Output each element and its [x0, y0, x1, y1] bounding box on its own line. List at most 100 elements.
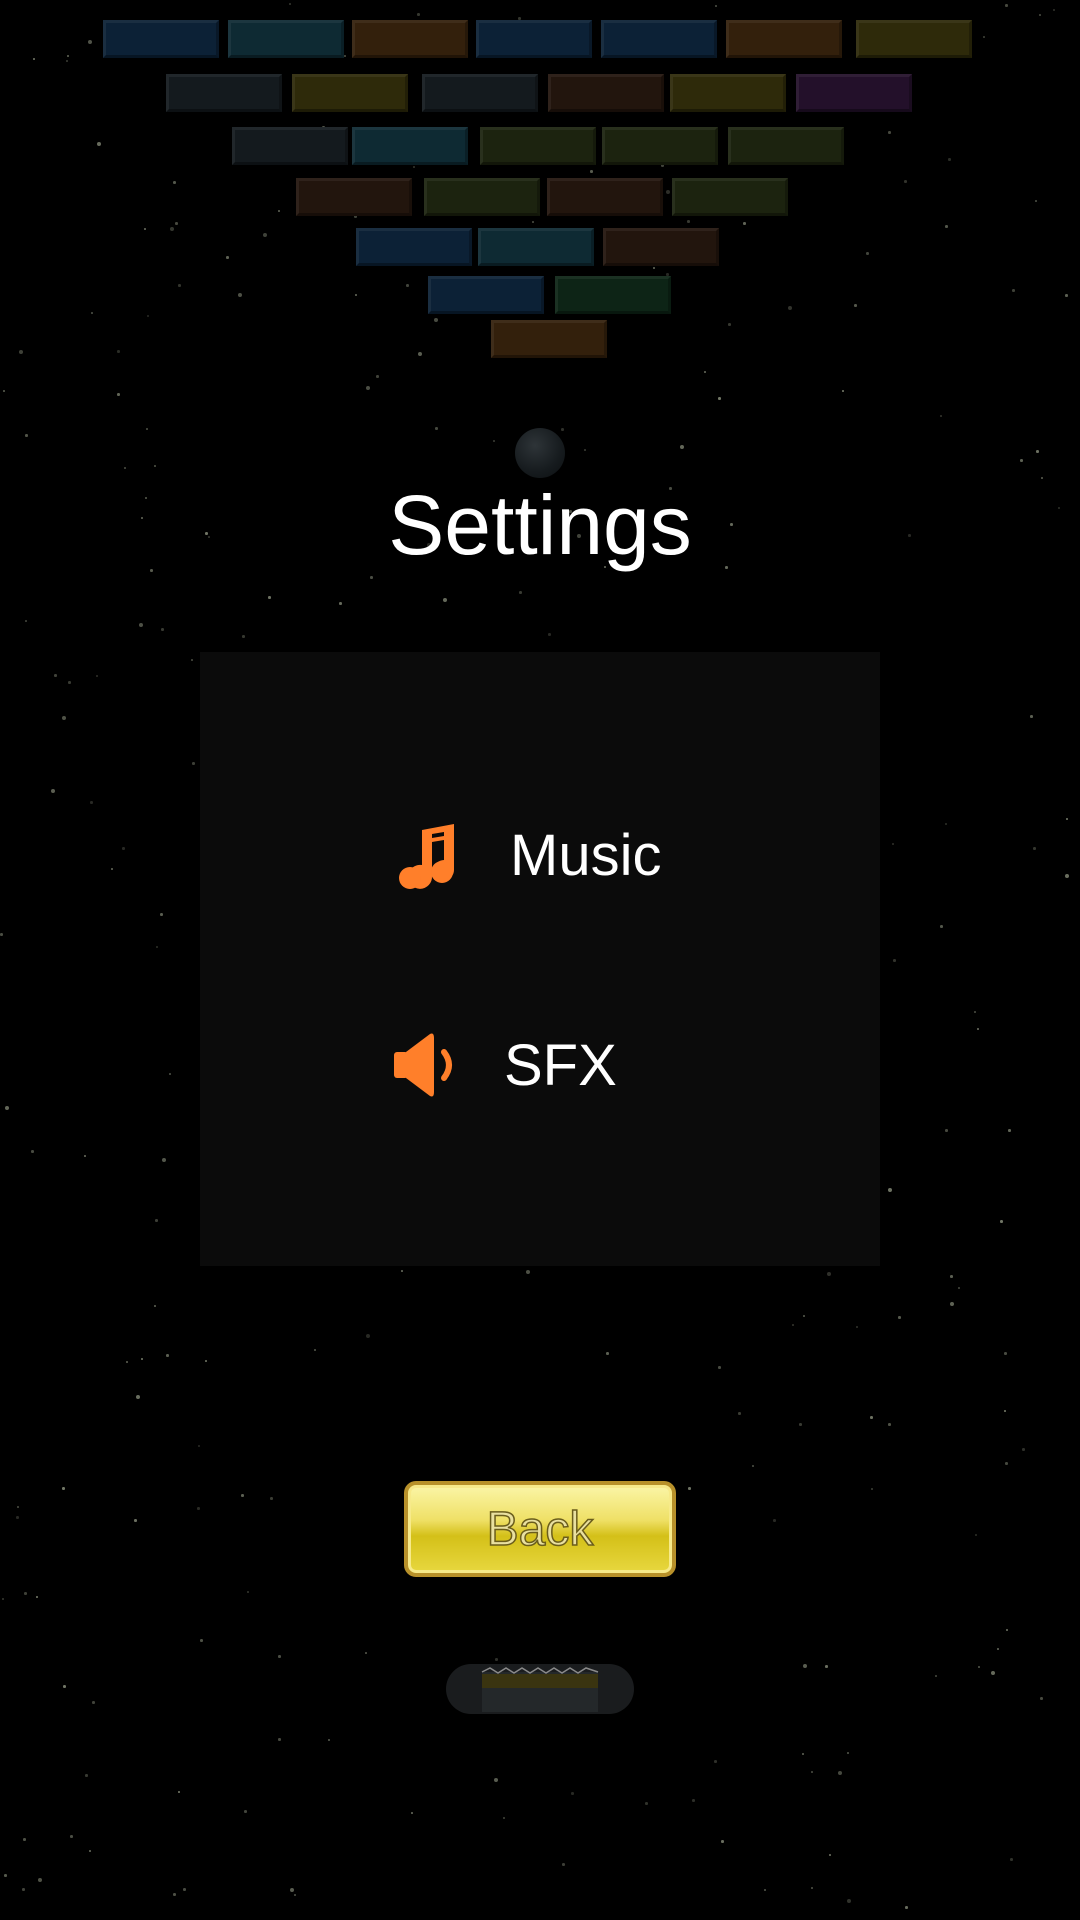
star: [905, 1906, 908, 1909]
star: [1033, 847, 1036, 850]
star: [1005, 1462, 1008, 1465]
star: [376, 375, 379, 378]
star: [178, 284, 181, 287]
sfx-label: SFX: [504, 1032, 617, 1098]
star: [413, 166, 415, 168]
star: [854, 304, 857, 307]
brick: [491, 320, 607, 358]
star: [945, 823, 947, 825]
brick: [292, 74, 408, 112]
star: [1035, 200, 1037, 202]
star: [519, 591, 522, 594]
sfx-toggle[interactable]: SFX: [392, 1030, 617, 1100]
music-toggle[interactable]: Music: [392, 820, 661, 890]
star: [36, 1596, 38, 1598]
star: [134, 1519, 137, 1522]
brick: [228, 20, 344, 58]
star: [503, 1817, 505, 1819]
star: [156, 946, 158, 948]
star: [166, 1354, 169, 1357]
star: [827, 1272, 831, 1276]
star: [1012, 289, 1015, 292]
star: [997, 1648, 999, 1650]
star: [704, 371, 706, 373]
star: [198, 1445, 200, 1447]
star: [435, 427, 438, 430]
star: [19, 350, 23, 354]
star: [764, 1889, 766, 1891]
star: [799, 1423, 802, 1426]
music-label: Music: [510, 822, 662, 888]
star: [339, 602, 342, 605]
back-button[interactable]: Back: [404, 1481, 676, 1577]
brick: [480, 127, 596, 165]
star: [975, 1534, 977, 1536]
star: [147, 315, 149, 317]
star: [904, 180, 907, 183]
star: [62, 1487, 65, 1490]
star: [1005, 4, 1008, 7]
star: [67, 55, 69, 57]
star: [139, 623, 143, 627]
star: [856, 1326, 858, 1328]
star: [935, 1675, 937, 1677]
star: [871, 1488, 873, 1490]
page-title: Settings: [388, 478, 692, 572]
star: [752, 1465, 754, 1467]
brick: [670, 74, 786, 112]
star: [226, 256, 229, 259]
star: [62, 716, 66, 720]
star: [54, 674, 57, 677]
star: [526, 1270, 530, 1274]
star: [715, 5, 717, 7]
star: [680, 445, 684, 449]
brick: [601, 20, 717, 58]
star: [146, 428, 148, 430]
star: [406, 284, 409, 287]
star: [940, 415, 942, 417]
star: [173, 181, 176, 184]
star: [1065, 874, 1069, 878]
star: [191, 659, 193, 661]
star: [1020, 459, 1023, 462]
star: [370, 576, 373, 579]
star: [2, 1598, 4, 1600]
star: [721, 1840, 724, 1843]
brick: [352, 20, 468, 58]
star: [945, 1129, 948, 1132]
star: [411, 1812, 413, 1814]
star: [16, 1516, 19, 1519]
star: [847, 1752, 849, 1754]
star: [24, 1592, 27, 1595]
star: [495, 1658, 498, 1661]
brick: [856, 20, 972, 58]
star: [5, 1106, 9, 1110]
star: [687, 220, 690, 223]
star: [590, 170, 593, 173]
star: [365, 1652, 367, 1654]
star: [51, 789, 55, 793]
star: [247, 1591, 249, 1593]
brick: [166, 74, 282, 112]
star: [974, 1011, 976, 1013]
star: [17, 1506, 19, 1508]
brick: [476, 20, 592, 58]
star: [948, 158, 951, 161]
star: [97, 142, 101, 146]
star: [645, 1802, 648, 1805]
music-note-icon: [399, 824, 454, 889]
star: [811, 1771, 813, 1773]
star: [366, 386, 370, 390]
brick: [478, 228, 594, 266]
star: [950, 1302, 954, 1306]
brick: [356, 228, 472, 266]
star: [738, 1412, 741, 1415]
star: [838, 1771, 842, 1775]
star: [548, 633, 551, 636]
brick: [796, 74, 912, 112]
star: [141, 1358, 143, 1360]
star: [88, 40, 92, 44]
star: [154, 1305, 156, 1307]
star: [842, 390, 844, 392]
star: [68, 681, 71, 684]
